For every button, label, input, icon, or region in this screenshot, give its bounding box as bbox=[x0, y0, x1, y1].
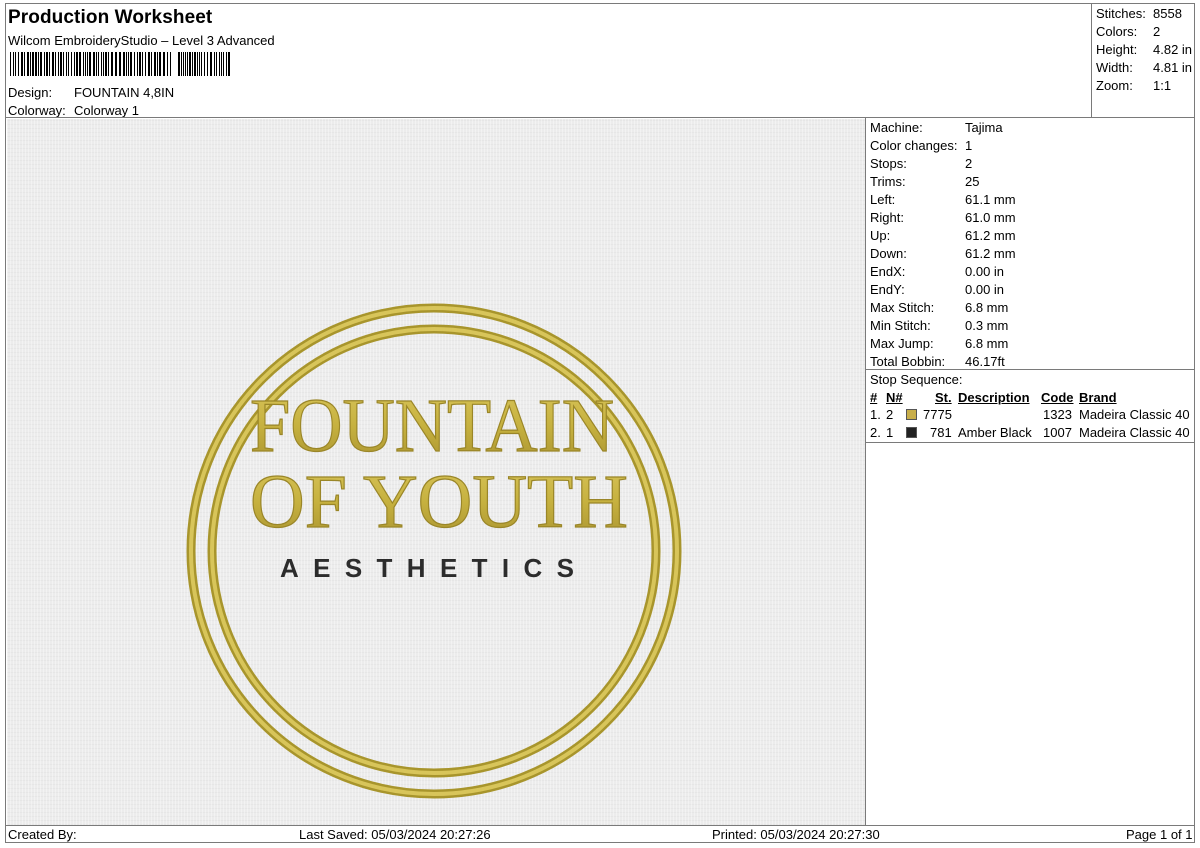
design-preview: FOUNTAIN OF YOUTH AESTHETICS bbox=[7, 119, 865, 825]
spec-row: Stops: 2 bbox=[870, 156, 972, 171]
summary-height: Height: 4.82 in bbox=[1096, 42, 1193, 57]
spec-label: Trims: bbox=[870, 174, 906, 189]
col-header-description: Description bbox=[958, 390, 1030, 405]
spec-row: Total Bobbin: 46.17ft bbox=[870, 354, 1005, 369]
header-divider bbox=[5, 117, 1195, 118]
design-name: FOUNTAIN 4,8IN bbox=[74, 85, 175, 100]
col-header-needle: N# bbox=[886, 390, 903, 405]
summary-stitches: Stitches: 8558 bbox=[1096, 6, 1182, 21]
col-header-stitches: St. bbox=[935, 390, 952, 405]
page-number: Page 1 of 1 bbox=[1126, 827, 1193, 842]
worksheet-title: Production Worksheet bbox=[8, 7, 213, 28]
worksheet-header: Production Worksheet Wilcom EmbroiderySt… bbox=[5, 3, 1092, 118]
logo-line-fountain: FOUNTAIN bbox=[250, 384, 614, 468]
spec-value: Tajima bbox=[965, 120, 1003, 135]
design-row: Design: FOUNTAIN 4,8IN bbox=[8, 85, 174, 100]
spec-value: 0.00 in bbox=[965, 282, 1005, 297]
embroidery-design: FOUNTAIN OF YOUTH AESTHETICS bbox=[186, 303, 682, 799]
spec-row: EndY: 0.00 in bbox=[870, 282, 1004, 297]
col-header-code: Code bbox=[1041, 390, 1074, 405]
last-saved: Last Saved: 05/03/2024 20:27:26 bbox=[299, 827, 491, 842]
software-name: Wilcom EmbroideryStudio – Level 3 Advanc… bbox=[8, 33, 275, 48]
spec-label: Color changes: bbox=[870, 138, 958, 153]
spec-row: EndX: 0.00 in bbox=[870, 264, 1004, 279]
spec-row: Down: 61.2 mm bbox=[870, 246, 1016, 261]
spec-value: 6.8 mm bbox=[965, 336, 1009, 351]
stop-table-divider bbox=[866, 442, 1195, 443]
created-by: Created By: bbox=[8, 827, 77, 842]
thread-swatch bbox=[906, 409, 917, 420]
spec-value: 61.2 mm bbox=[965, 228, 1016, 243]
spec-label: Down: bbox=[870, 246, 907, 261]
thread-swatch bbox=[906, 427, 917, 438]
spec-label: Up: bbox=[870, 228, 891, 243]
spec-value: 6.8 mm bbox=[965, 300, 1009, 315]
summary-zoom: Zoom: 1:1 bbox=[1096, 78, 1172, 93]
barcode bbox=[10, 52, 230, 76]
spec-value: 61.1 mm bbox=[965, 192, 1016, 207]
spec-value: 25 bbox=[965, 174, 980, 189]
spec-label: Total Bobbin: bbox=[870, 354, 946, 369]
spec-value: 0.3 mm bbox=[965, 318, 1009, 333]
spec-value: 0.00 in bbox=[965, 264, 1005, 279]
spec-row: Trims: 25 bbox=[870, 174, 979, 189]
spec-label: Min Stitch: bbox=[870, 318, 931, 333]
spec-row: Right: 61.0 mm bbox=[870, 210, 1016, 225]
summary-colors: Colors: 2 bbox=[1096, 24, 1161, 39]
spec-row: Up: 61.2 mm bbox=[870, 228, 1016, 243]
stop-sequence-label: Stop Sequence: bbox=[870, 372, 963, 387]
colorway-name: Colorway 1 bbox=[74, 103, 140, 118]
spec-row: Color changes: 1 bbox=[870, 138, 972, 153]
logo-line-aesthetics: AESTHETICS bbox=[280, 553, 574, 583]
spec-label: Machine: bbox=[870, 120, 923, 135]
spec-value: 46.17ft bbox=[965, 354, 1005, 369]
panel-divider bbox=[865, 117, 866, 825]
printed-date: Printed: 05/03/2024 20:27:30 bbox=[712, 827, 880, 842]
col-header-num: # bbox=[870, 390, 878, 405]
spec-row: Max Stitch: 6.8 mm bbox=[870, 300, 1008, 315]
summary-width: Width: 4.81 in bbox=[1096, 60, 1193, 75]
spec-label: Max Jump: bbox=[870, 336, 934, 351]
colorway-row: Colorway: Colorway 1 bbox=[8, 103, 139, 118]
spec-label: EndY: bbox=[870, 282, 905, 297]
spec-value: 61.2 mm bbox=[965, 246, 1016, 261]
spec-value: 61.0 mm bbox=[965, 210, 1016, 225]
col-header-brand: Brand bbox=[1079, 390, 1117, 405]
spec-label: EndX: bbox=[870, 264, 906, 279]
spec-label: Left: bbox=[870, 192, 896, 207]
spec-value: 1 bbox=[965, 138, 973, 153]
spec-row: Max Jump: 6.8 mm bbox=[870, 336, 1008, 351]
spec-label: Right: bbox=[870, 210, 904, 225]
logo-line-of-youth: OF YOUTH bbox=[250, 460, 628, 544]
spec-value: 2 bbox=[965, 156, 973, 171]
spec-row: Left: 61.1 mm bbox=[870, 192, 1016, 207]
colorway-label: Colorway: bbox=[8, 103, 66, 118]
spec-row: Machine: Tajima bbox=[870, 120, 1003, 135]
spec-label: Max Stitch: bbox=[870, 300, 935, 315]
specs-divider bbox=[866, 369, 1195, 370]
spec-label: Stops: bbox=[870, 156, 907, 171]
summary-box: Stitches: 8558 Colors: 2 Height: 4.82 in Wi… bbox=[1091, 3, 1195, 117]
outer-ring bbox=[186, 303, 682, 799]
design-label: Design: bbox=[8, 85, 53, 100]
footer-divider bbox=[5, 825, 1195, 826]
spec-row: Min Stitch: 0.3 mm bbox=[870, 318, 1008, 333]
